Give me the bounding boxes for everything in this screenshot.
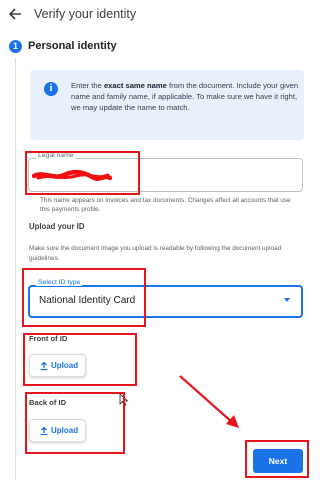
step-title: Personal identity: [28, 40, 117, 52]
step-number-badge: 1: [9, 40, 22, 53]
annotation-highlight-id-type: [22, 268, 146, 327]
annotation-highlight-back-of-id: [25, 392, 125, 454]
info-text-start: Enter the: [71, 81, 104, 90]
annotation-highlight-legal-name: [25, 151, 140, 195]
upload-section-description: Make sure the document image you upload …: [29, 245, 282, 262]
annotation-highlight-next: [245, 440, 309, 478]
step-connector-line: [15, 58, 16, 480]
page-title: Verify your identity: [34, 7, 137, 21]
dropdown-arrow-icon[interactable]: [284, 298, 290, 302]
header-bar: Verify your identity: [0, 0, 314, 30]
info-notice-text: Enter the exact same name from the docum…: [71, 80, 299, 113]
annotation-highlight-front-of-id: [23, 333, 137, 386]
legal-name-helper-text: This name appears on invoices and tax do…: [40, 197, 291, 213]
info-icon: i: [44, 82, 58, 96]
info-text-bold: exact same name: [103, 81, 167, 90]
upload-section-title: Upload your ID: [29, 222, 85, 231]
arrow-left-icon[interactable]: [8, 7, 22, 21]
